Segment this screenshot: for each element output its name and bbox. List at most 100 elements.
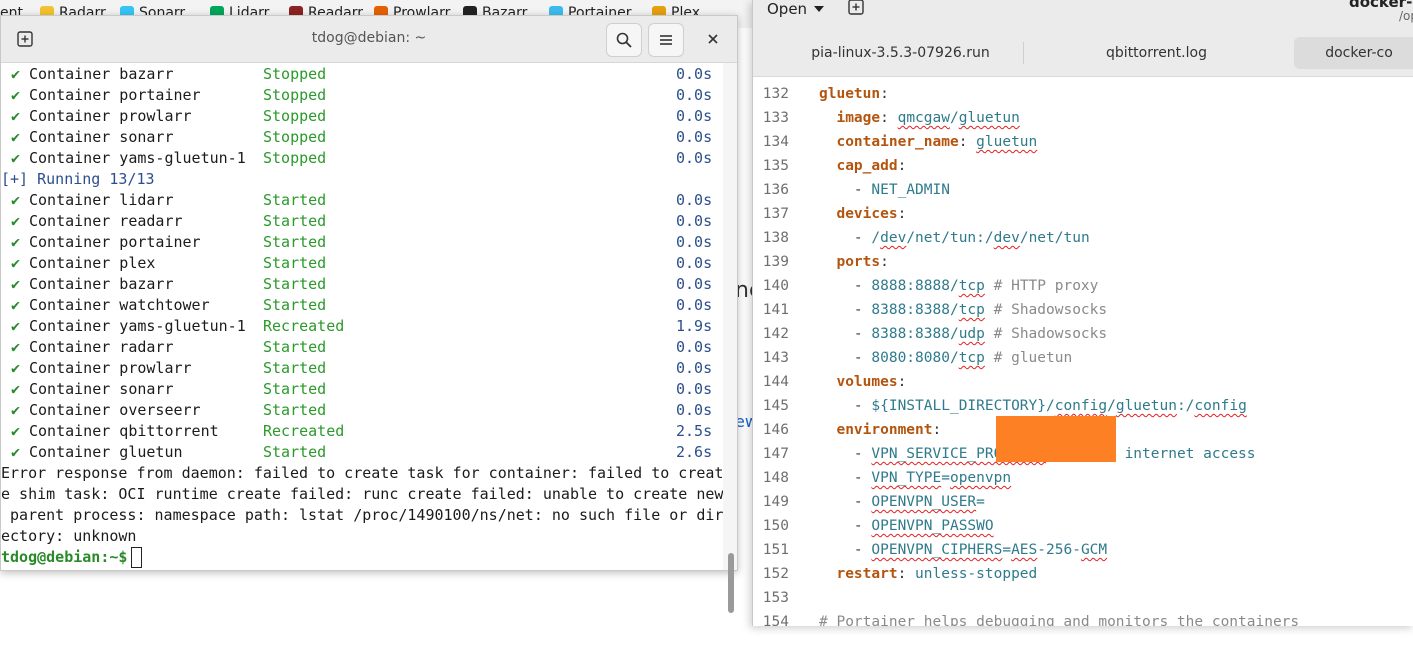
terminal-container-line: ✔ Container bazarr Stopped 0.0s	[1, 64, 723, 85]
code-token: /	[871, 230, 881, 246]
code-token: OPENVPN_USER	[871, 494, 977, 510]
code-token: gluetun	[819, 86, 881, 102]
code-token: -	[853, 278, 872, 294]
close-icon	[708, 34, 718, 44]
code-line: 150 - OPENVPN_PASSWO	[753, 514, 1413, 538]
code-view[interactable]: 132 gluetun: 133 image: qmcgaw/gluetun 134 …	[753, 77, 1413, 626]
check-icon: ✔	[11, 338, 21, 356]
container-status: Started	[263, 275, 327, 293]
code-token: :	[958, 134, 977, 150]
container-name: Container readarr	[29, 212, 183, 230]
check-icon: ✔	[11, 233, 21, 251]
check-icon: ✔	[11, 191, 21, 209]
container-name: Container prowlarr	[29, 359, 192, 377]
line-number: 153	[762, 590, 789, 606]
code-text: - 8388:8388/tcp # Shadowsocks	[819, 298, 1107, 322]
terminal-scrollbar[interactable]	[723, 63, 737, 613]
container-duration: 0.0s	[676, 338, 713, 356]
container-status: Stopped	[263, 86, 327, 104]
code-token: :	[897, 566, 916, 582]
container-duration: 0.0s	[676, 107, 713, 125]
code-text: - OPENVPN_PASSWO	[819, 514, 994, 538]
check-icon: ✔	[11, 359, 21, 377]
code-token: 8888:8888/	[871, 278, 959, 294]
code-line: 142 - 8388:8388/udp # Shadowsocks	[753, 322, 1413, 346]
line-number: 148	[762, 470, 789, 486]
code-text: ports:	[819, 250, 889, 274]
open-button[interactable]: Open	[767, 0, 825, 18]
container-name: Container radarr	[29, 338, 174, 356]
text-editor-window[interactable]: Open docker-co /op pia-linux-3.5.3-07926…	[752, 0, 1413, 626]
tab-pia-linux-run[interactable]: pia-linux-3.5.3-07926.run	[773, 37, 1028, 69]
container-duration: 0.0s	[676, 296, 713, 314]
code-text: # Portainer helps debugging and monitors…	[819, 610, 1299, 626]
code-token: restart	[836, 566, 898, 582]
code-token: /net/tun	[1019, 230, 1090, 246]
code-token: ports	[836, 254, 881, 270]
code-line: 136 - NET_ADMIN	[753, 178, 1413, 202]
container-name: Container portainer	[29, 233, 201, 251]
code-token: unless-stopped	[915, 566, 1038, 582]
code-token: AES	[1011, 542, 1038, 558]
editor-headerbar: Open docker-co /op	[753, 0, 1413, 28]
tab-qbittorrent-log[interactable]: qbittorrent.log	[1033, 37, 1280, 69]
search-button[interactable]	[606, 23, 642, 57]
container-name: Container sonarr	[29, 128, 174, 146]
code-token: dev	[993, 230, 1020, 246]
container-duration: 0.0s	[676, 359, 713, 377]
terminal-container-line: ✔ Container gluetun Started 2.6s	[1, 442, 723, 463]
code-text: - 8888:8888/tcp # HTTP proxy	[819, 274, 1098, 298]
code-text: - 8388:8388/udp # Shadowsocks	[819, 322, 1107, 346]
container-name: Container yams-gluetun-1	[29, 317, 246, 335]
code-token: :	[880, 254, 889, 270]
container-duration: 0.0s	[676, 65, 713, 83]
new-document-icon[interactable]	[847, 0, 865, 16]
terminal-output[interactable]: ✔ Container bazarr Stopped 0.0s ✔ Container p…	[1, 63, 723, 570]
check-icon: ✔	[11, 128, 21, 146]
line-number: 134	[762, 134, 789, 150]
code-token: -	[853, 446, 872, 462]
terminal-window[interactable]: tdog@debian: ~ ✔ Container bazarr Stopped 0…	[0, 15, 738, 613]
line-number: 133	[762, 110, 789, 126]
container-status: Started	[263, 359, 327, 377]
container-duration: 0.0s	[676, 233, 713, 251]
terminal-container-line: ✔ Container qbittorrent Recreated 2.5s	[1, 421, 723, 442]
code-token: volumes	[836, 374, 898, 390]
line-number: 144	[762, 374, 789, 390]
menu-button[interactable]	[648, 23, 684, 57]
code-text: image: qmcgaw/gluetun	[819, 106, 1020, 130]
hamburger-menu-icon	[660, 35, 672, 45]
terminal-container-line: ✔ Container prowlarr Started 0.0s	[1, 358, 723, 379]
code-token: # HTTP proxy	[984, 278, 1099, 294]
code-token: config	[1194, 398, 1247, 414]
terminal-scrollbar-thumb[interactable]	[728, 553, 734, 613]
code-token: /	[949, 110, 959, 126]
code-token: gluetun	[958, 110, 1020, 126]
code-token: qmcgaw	[897, 110, 950, 126]
code-line: 138 - /dev/net/tun:/dev/net/tun	[753, 226, 1413, 250]
terminal-container-line: ✔ Container bazarr Started 0.0s	[1, 274, 723, 295]
container-duration: 2.6s	[676, 443, 713, 461]
code-line: 140 - 8888:8888/tcp # HTTP proxy	[753, 274, 1413, 298]
code-token: # Shadowsocks	[984, 302, 1108, 318]
shell-prompt-line[interactable]: tdog@debian:~$	[1, 547, 143, 568]
close-button[interactable]	[696, 23, 730, 55]
code-token: openvpn	[949, 470, 1012, 486]
code-token: gluetun	[976, 134, 1038, 150]
redaction-box	[996, 416, 1116, 462]
container-duration: 0.0s	[676, 275, 713, 293]
container-status: Started	[263, 401, 327, 419]
code-line: 143 - 8080:8080/tcp # gluetun	[753, 346, 1413, 370]
tab-docker-compose[interactable]: docker-co	[1294, 37, 1413, 69]
check-icon: ✔	[11, 380, 21, 398]
terminal-container-line: ✔ Container sonarr Stopped 0.0s	[1, 127, 723, 148]
code-token: :	[897, 374, 907, 390]
container-duration: 0.0s	[676, 380, 713, 398]
code-line: 149 - OPENVPN_USER=	[753, 490, 1413, 514]
code-token: -	[853, 470, 872, 486]
check-icon: ✔	[11, 86, 21, 104]
code-token: GCM	[1080, 542, 1108, 558]
container-duration: 0.0s	[676, 212, 713, 230]
code-token: devices	[836, 206, 898, 222]
error-message-line: Error response from daemon: failed to cr…	[1, 464, 723, 482]
